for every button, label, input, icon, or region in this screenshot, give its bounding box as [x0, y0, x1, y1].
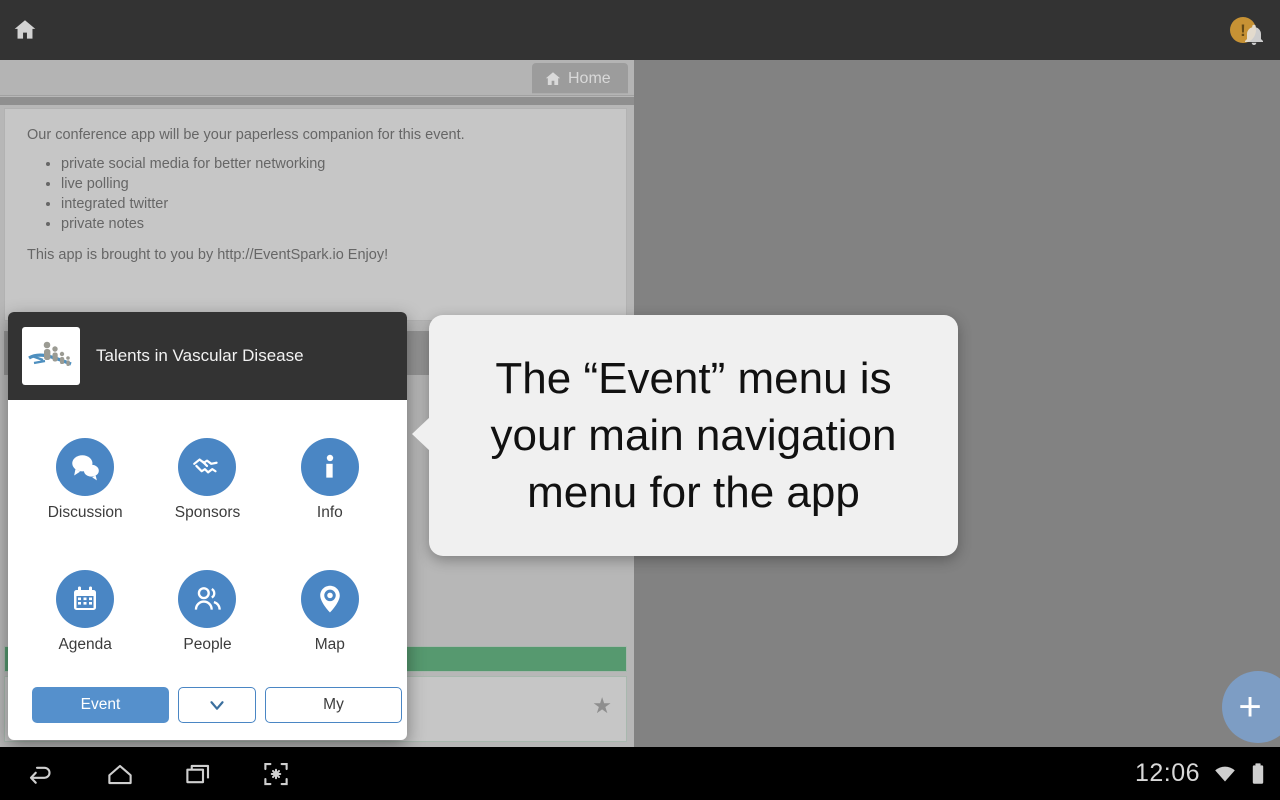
- home-icon: [545, 71, 561, 85]
- popup-header: Talents in Vascular Disease: [8, 312, 407, 400]
- menu-item-label: People: [183, 636, 232, 653]
- notifications-button[interactable]: !: [1228, 9, 1270, 51]
- menu-item-label: Agenda: [58, 636, 112, 653]
- breadcrumb-home-label: Home: [568, 69, 611, 87]
- list-item: private notes: [61, 215, 604, 233]
- menu-item-map[interactable]: Map: [269, 546, 391, 678]
- people-icon: [178, 570, 237, 628]
- bell-icon: [1245, 24, 1263, 45]
- menu-item-agenda[interactable]: Agenda: [24, 546, 146, 678]
- menu-item-people[interactable]: People: [146, 546, 268, 678]
- event-menu-grid: Discussion Sponsors Info Agenda People M…: [8, 400, 407, 678]
- menu-item-label: Info: [316, 504, 343, 521]
- welcome-footer: This app is brought to you by http://Eve…: [27, 247, 389, 264]
- home-icon[interactable]: [100, 754, 140, 794]
- system-navigation-bar: 12:06: [0, 747, 1280, 800]
- expand-menu-button[interactable]: [178, 687, 256, 723]
- clock: 12:06: [1134, 759, 1200, 787]
- home-icon[interactable]: [8, 13, 42, 47]
- menu-item-label: Map: [314, 636, 345, 653]
- welcome-bullets: private social media for better networki…: [61, 155, 604, 234]
- my-tab-button[interactable]: My: [265, 687, 402, 723]
- list-item: live polling: [61, 175, 604, 193]
- vascular-talents-logo: [22, 327, 80, 385]
- list-item: private social media for better networki…: [61, 155, 604, 173]
- calendar-icon: [56, 570, 115, 628]
- chevron-down-icon: [210, 701, 224, 710]
- star-icon[interactable]: ★: [592, 693, 612, 719]
- system-status-area: 12:06: [1135, 759, 1266, 788]
- event-tab-button[interactable]: Event: [32, 687, 169, 723]
- menu-item-label: Sponsors: [174, 504, 241, 521]
- breadcrumb-home-tab[interactable]: Home: [532, 63, 628, 94]
- system-nav-buttons: [22, 754, 296, 794]
- coach-tooltip[interactable]: The “Event” menu is your main navigation…: [412, 315, 958, 556]
- back-icon[interactable]: [22, 754, 62, 794]
- menu-item-info[interactable]: Info: [269, 414, 391, 546]
- toolbar-divider: [0, 97, 634, 105]
- wifi-icon: [1215, 766, 1235, 781]
- popup-title: Talents in Vascular Disease: [96, 346, 304, 365]
- plus-icon: +: [1238, 685, 1262, 729]
- action-bar-right: !: [1228, 0, 1270, 60]
- menu-item-discussion[interactable]: Discussion: [24, 414, 146, 546]
- info-icon: [300, 438, 359, 496]
- menu-item-label: Discussion: [47, 504, 123, 521]
- handshake-icon: [178, 438, 237, 496]
- battery-icon: [1252, 762, 1264, 784]
- chat-bubbles-icon: [56, 438, 115, 496]
- popup-footer: Event My: [8, 678, 407, 740]
- map-pin-icon: [300, 570, 359, 628]
- menu-item-sponsors[interactable]: Sponsors: [146, 414, 268, 546]
- welcome-intro: Our conference app will be your paperles…: [27, 127, 465, 143]
- add-button[interactable]: +: [1222, 671, 1280, 743]
- welcome-card: Our conference app will be your paperles…: [4, 108, 627, 321]
- recents-icon[interactable]: [178, 754, 218, 794]
- list-item: integrated twitter: [61, 195, 604, 213]
- screenshot-icon[interactable]: [256, 754, 296, 794]
- coach-tooltip-text: The “Event” menu is your main navigation…: [490, 353, 897, 518]
- pane-toolbar: Home: [0, 60, 634, 96]
- event-menu-popup: Talents in Vascular Disease Discussion S…: [8, 312, 407, 740]
- app-action-bar: !: [0, 0, 1280, 60]
- device-screen: ! Home Our conference app will be your p…: [0, 0, 1280, 800]
